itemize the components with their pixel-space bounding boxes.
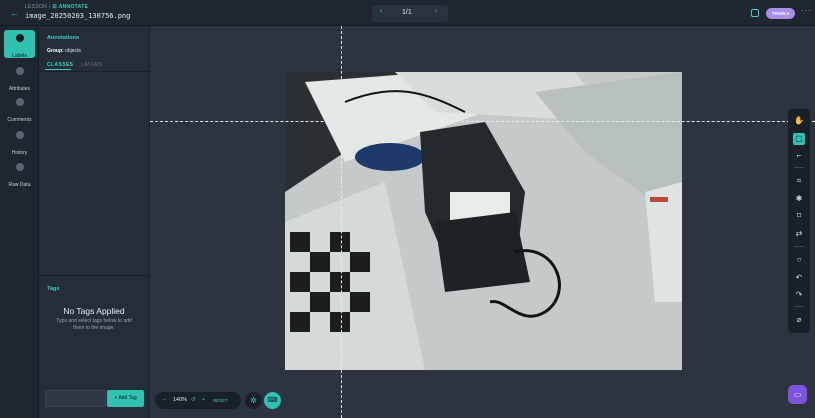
smart-select-icon[interactable]: ⌗ [793, 175, 805, 187]
left-nav: Labels Attributes Comments History Raw D… [0, 26, 39, 418]
nav-label: History [11, 150, 28, 156]
tag-input[interactable] [45, 390, 106, 407]
group-label: Group: [47, 48, 64, 54]
panel-title: Annotations [47, 35, 80, 41]
box-tool-icon[interactable]: ▢ [793, 133, 805, 145]
crosshair-vertical [341, 26, 342, 418]
group-info: Group: objects [47, 48, 81, 54]
transform-icon[interactable]: ⇄ [793, 228, 805, 240]
file-name: image_20250203_130756.png [25, 12, 131, 20]
comment-icon[interactable]: ○ [793, 254, 805, 266]
tab-classes[interactable]: CLASSES [47, 62, 73, 68]
image-count: 1/1 [402, 9, 412, 16]
comments-icon [15, 98, 24, 106]
tool-bar: ✋ ▢ ⌐ ⌗ ✱ ⌑ ⇄ ○ ↶ ↷ ⌀ [788, 109, 810, 333]
divider [794, 246, 804, 247]
add-tag-button[interactable]: + Add Tag [107, 390, 144, 407]
more-options-icon[interactable]: ··· [801, 6, 812, 15]
prev-image-icon[interactable]: ‹ [380, 8, 382, 15]
breadcrumb-separator: › ☰ [47, 4, 59, 10]
annotations-panel: Annotations Group: objects CLASSES LAYER… [39, 26, 150, 418]
breadcrumb: LESSON › ☰ ANNOTATE [25, 4, 88, 10]
sync-icon[interactable] [751, 9, 759, 17]
clear-icon[interactable]: ⌀ [793, 314, 805, 326]
zoom-reset-button[interactable]: RESET [213, 398, 228, 403]
nav-label: Labels [12, 53, 27, 59]
image-pager: ‹ 1/1 › [372, 5, 448, 22]
tags-title: Tags [47, 286, 60, 292]
crop-icon[interactable]: ⌑ [793, 210, 805, 222]
breadcrumb-root[interactable]: LESSON [25, 4, 47, 10]
nav-item-labels[interactable]: Labels [4, 30, 35, 59]
raw-data-icon [15, 163, 24, 171]
attributes-icon [15, 67, 24, 75]
zoom-controls: – 140% ↺ + RESET [155, 392, 241, 409]
nav-label: Raw Data [8, 182, 31, 188]
pan-hand-icon[interactable]: ✋ [793, 115, 805, 127]
no-tags-description: Type and select tags below to add them t… [56, 318, 132, 331]
keyboard-icon[interactable]: ⌨ [264, 392, 281, 409]
history-icon [15, 131, 24, 139]
magic-wand-icon[interactable]: ✱ [793, 193, 805, 205]
undo-icon[interactable]: ↶ [793, 272, 805, 284]
nav-item-comments[interactable]: Comments [4, 94, 35, 123]
fit-icon[interactable]: ↺ [191, 397, 196, 403]
nav-item-raw-data[interactable]: Raw Data [4, 159, 35, 188]
scissors-handle [355, 143, 425, 171]
active-tab-indicator [45, 69, 71, 70]
image-content [285, 72, 682, 370]
labels-icon [15, 34, 24, 42]
nav-item-history[interactable]: History [4, 127, 35, 156]
group-value: objects [63, 48, 81, 54]
train-button[interactable]: TRAIN ▾ [766, 8, 795, 19]
nav-label: Attributes [8, 86, 31, 92]
next-image-icon[interactable]: › [435, 8, 437, 15]
chat-icon[interactable]: ▭ [788, 385, 807, 404]
divider [794, 306, 804, 307]
back-arrow-icon[interactable]: ← [10, 8, 19, 18]
redo-icon[interactable]: ↷ [793, 289, 805, 301]
settings-icon[interactable]: ✲ [245, 392, 262, 409]
zoom-level: 140% [173, 397, 188, 403]
divider [39, 71, 149, 72]
tab-layers[interactable]: LAYERS [81, 62, 103, 68]
top-bar: ← LESSON › ☰ ANNOTATE image_20250203_130… [0, 0, 815, 26]
no-tags-heading: No Tags Applied [63, 306, 125, 316]
crosshair-horizontal [150, 121, 815, 122]
divider [794, 167, 804, 168]
nav-label: Comments [7, 117, 32, 123]
bag-seal [650, 197, 668, 202]
breadcrumb-current: ANNOTATE [58, 4, 89, 10]
polygon-tool-icon[interactable]: ⌐ [793, 150, 805, 162]
zoom-out-button[interactable]: – [163, 397, 166, 403]
annotated-image[interactable] [285, 72, 682, 370]
divider [39, 275, 149, 276]
nav-item-attributes[interactable]: Attributes [4, 63, 35, 92]
zoom-in-button[interactable]: + [202, 397, 205, 403]
